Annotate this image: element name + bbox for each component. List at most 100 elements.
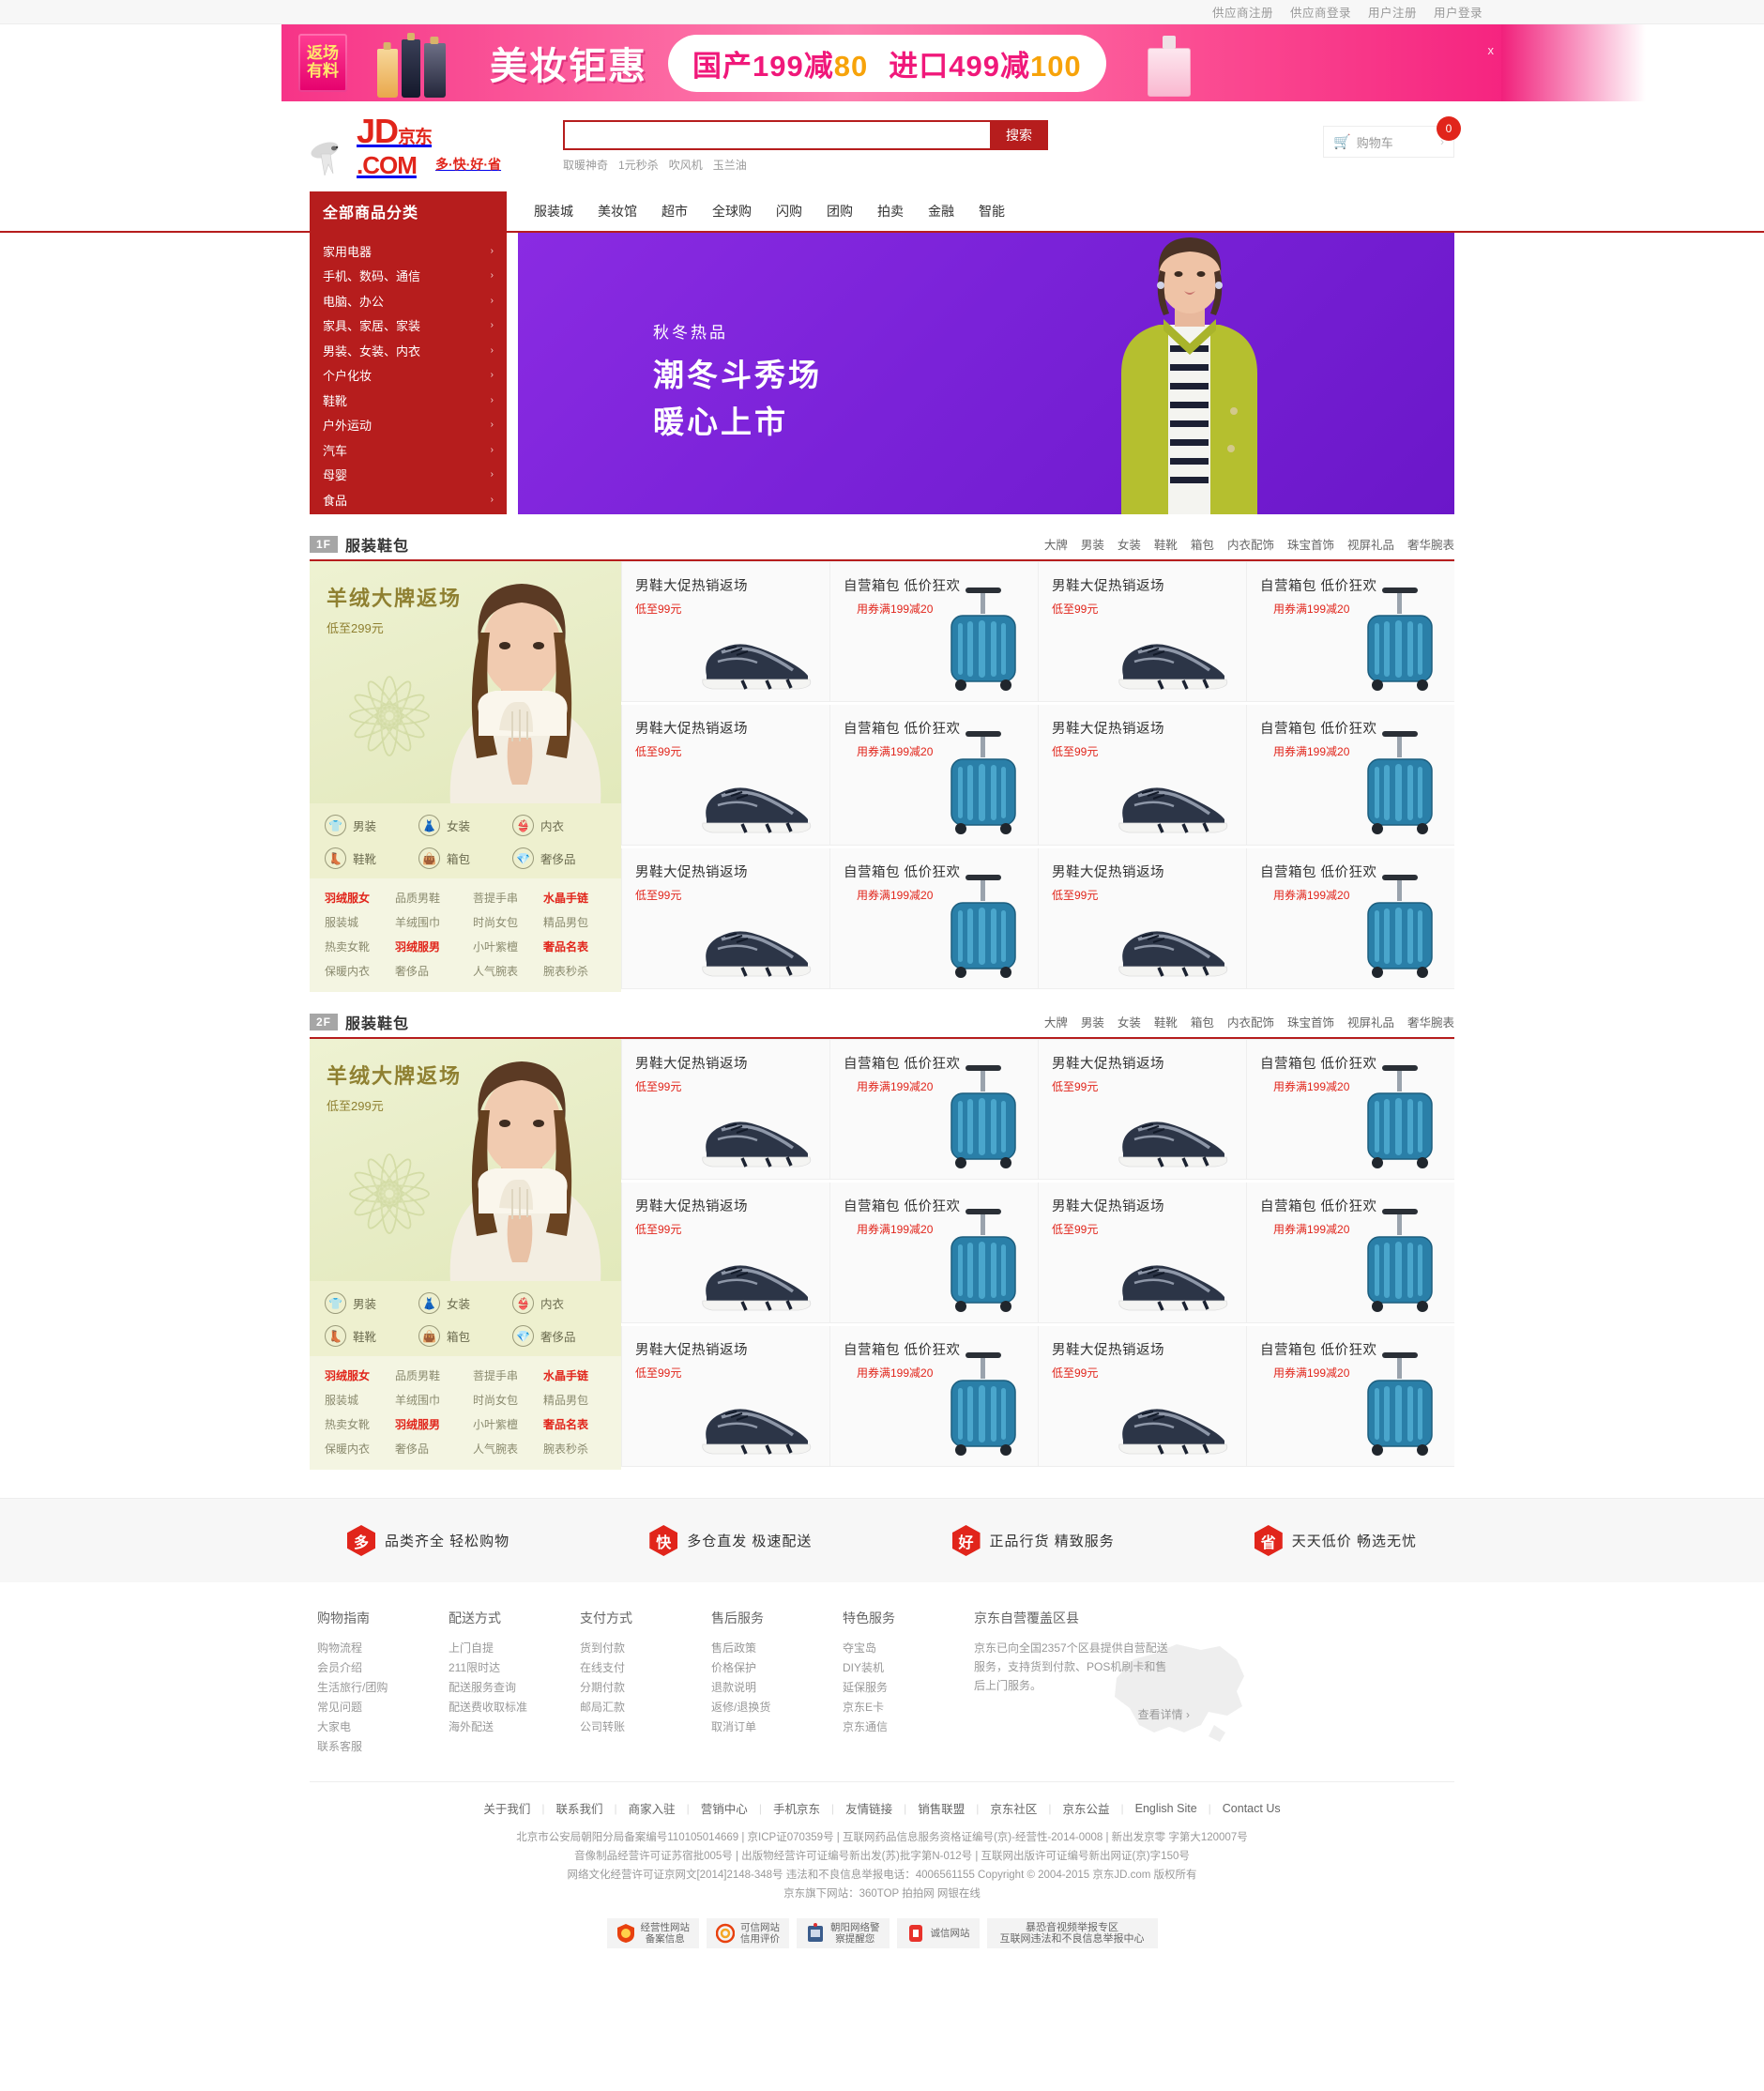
promo-icon-link-内衣[interactable]: 👙 内衣 [512,815,606,836]
floor-promo-card[interactable]: 羊绒大牌返场 低至299元 👕 男装 👗 女装 👙 内衣 👢 鞋靴 👜 箱包 💎 奢侈品 羽绒服女 品质男鞋… [310,1039,621,1470]
nav-item-1[interactable]: 美妆馆 [585,202,649,221]
keyword-link[interactable]: 奢品名表 [543,1416,606,1432]
footer-bottom-link-1[interactable]: 联系我们 [545,1799,615,1817]
cert-badge-4[interactable]: 暴恐音视频举报专区 互联网违法和不良信息举报中心 [986,1918,1158,1948]
product-cell[interactable]: 自营箱包 低价狂欢 用券满199减20 [829,1183,1038,1323]
promo-icon-link-奢侈品[interactable]: 💎 奢侈品 [512,847,606,869]
footer-link[interactable]: 货到付款 [580,1639,711,1658]
keyword-link[interactable]: 小叶紫檀 [473,939,536,954]
footer-link[interactable]: 配送费收取标准 [449,1698,580,1717]
topbar-link-1[interactable]: 供应商登录 [1290,3,1351,21]
floor-link-1[interactable]: 男装 [1081,535,1104,553]
floor-link-5[interactable]: 内衣配饰 [1227,535,1274,553]
product-cell[interactable]: 自营箱包 低价狂欢 用券满199减20 [829,1326,1038,1467]
promo-icon-link-箱包[interactable]: 👜 箱包 [418,1325,512,1347]
footer-link[interactable]: 上门自提 [449,1639,580,1658]
search-input[interactable] [563,120,990,150]
floor-link-3[interactable]: 鞋靴 [1154,1013,1178,1030]
nav-item-2[interactable]: 超市 [649,202,700,221]
promo-icon-link-女装[interactable]: 👗 女装 [418,1292,512,1314]
product-cell[interactable]: 自营箱包 低价狂欢 用券满199减20 [829,848,1038,989]
product-cell[interactable]: 男鞋大促热销返场 低至99元 [621,705,829,846]
floor-link-7[interactable]: 视屏礼品 [1347,1013,1394,1030]
nav-item-3[interactable]: 全球购 [700,202,764,221]
footer-bottom-link-6[interactable]: 销售联盟 [906,1799,976,1817]
footer-link[interactable]: 联系客服 [317,1737,449,1757]
footer-link[interactable]: 常见问题 [317,1698,449,1717]
promo-icon-link-箱包[interactable]: 👜 箱包 [418,847,512,869]
promo-icon-link-女装[interactable]: 👗 女装 [418,815,512,836]
product-cell[interactable]: 男鞋大促热销返场 低至99元 [621,561,829,702]
cert-badge-2[interactable]: 朝阳网络警 察提醒您 [797,1918,890,1948]
hotword-1[interactable]: 1元秒杀 [618,157,659,173]
footer-link[interactable]: 在线支付 [580,1658,711,1678]
floor-link-4[interactable]: 箱包 [1191,1013,1214,1030]
footer-link[interactable]: 价格保护 [711,1658,843,1678]
floor-link-0[interactable]: 大牌 [1044,535,1068,553]
keyword-link[interactable]: 品质男鞋 [395,890,458,906]
footer-link[interactable]: 返修/退换货 [711,1698,843,1717]
product-cell[interactable]: 男鞋大促热销返场 低至99元 [1038,561,1246,702]
map-more-link[interactable]: 查看详情 › [974,1706,1190,1722]
floor-link-8[interactable]: 奢华腕表 [1407,535,1454,553]
nav-item-5[interactable]: 团购 [814,202,865,221]
product-cell[interactable]: 男鞋大促热销返场 低至99元 [621,848,829,989]
sidebar-item-1[interactable]: 手机、数码、通信 › [310,264,507,289]
floor-link-8[interactable]: 奢华腕表 [1407,1013,1454,1030]
product-cell[interactable]: 自营箱包 低价狂欢 用券满199减20 [1246,1039,1454,1180]
keyword-link[interactable]: 奢侈品 [395,963,458,979]
sidebar-item-3[interactable]: 家具、家居、家装 › [310,313,507,339]
footer-link[interactable]: 购物流程 [317,1639,449,1658]
topbar-link-0[interactable]: 供应商注册 [1212,3,1273,21]
sidebar-item-4[interactable]: 男装、女装、内衣 › [310,338,507,363]
nav-item-0[interactable]: 服装城 [522,202,585,221]
keyword-link[interactable]: 羽绒服男 [395,939,458,954]
product-cell[interactable]: 自营箱包 低价狂欢 用券满199减20 [1246,705,1454,846]
footer-link[interactable]: 延保服务 [843,1678,974,1698]
floor-link-5[interactable]: 内衣配饰 [1227,1013,1274,1030]
product-cell[interactable]: 自营箱包 低价狂欢 用券满199减20 [1246,561,1454,702]
keyword-link[interactable]: 羽绒服男 [395,1416,458,1432]
promo-icon-link-男装[interactable]: 👕 男装 [325,815,418,836]
footer-link[interactable]: 211限时达 [449,1658,580,1678]
nav-item-6[interactable]: 拍卖 [865,202,916,221]
hotword-2[interactable]: 吹风机 [669,157,703,173]
product-cell[interactable]: 男鞋大促热销返场 低至99元 [621,1326,829,1467]
jd-logo[interactable]: JD京东 .COM 多·快·好·省 [310,114,554,177]
sidebar-item-10[interactable]: 食品 › [310,487,507,512]
nav-item-4[interactable]: 闪购 [764,202,814,221]
product-cell[interactable]: 自营箱包 低价狂欢 用券满199减20 [1246,1183,1454,1323]
product-cell[interactable]: 自营箱包 低价狂欢 用券满199减20 [829,561,1038,702]
footer-bottom-link-3[interactable]: 营销中心 [690,1799,759,1817]
keyword-link[interactable]: 人气腕表 [473,1441,536,1457]
nav-item-7[interactable]: 金融 [916,202,966,221]
floor-link-2[interactable]: 女装 [1118,1013,1141,1030]
keyword-link[interactable]: 水晶手链 [543,890,606,906]
keyword-link[interactable]: 腕表秒杀 [543,963,606,979]
footer-link[interactable]: 售后政策 [711,1639,843,1658]
close-icon[interactable]: x [1488,43,1495,57]
floor-link-4[interactable]: 箱包 [1191,535,1214,553]
footer-link[interactable]: 公司转账 [580,1717,711,1737]
product-cell[interactable]: 男鞋大促热销返场 低至99元 [1038,1039,1246,1180]
keyword-link[interactable]: 羽绒服女 [325,890,388,906]
search-button[interactable]: 搜索 [990,120,1048,150]
floor-link-2[interactable]: 女装 [1118,535,1141,553]
floor-link-6[interactable]: 珠宝首饰 [1287,1013,1334,1030]
keyword-link[interactable]: 菩提手串 [473,890,536,906]
hotword-3[interactable]: 玉兰油 [713,157,747,173]
keyword-link[interactable]: 人气腕表 [473,963,536,979]
footer-link[interactable]: 会员介绍 [317,1658,449,1678]
promo-icon-link-内衣[interactable]: 👙 内衣 [512,1292,606,1314]
footer-bottom-link-0[interactable]: 关于我们 [472,1799,541,1817]
cart-button[interactable]: 🛒 购物车 › 0 [1323,116,1461,158]
footer-bottom-link-10[interactable]: Contact Us [1211,1802,1292,1815]
nav-item-8[interactable]: 智能 [966,202,1017,221]
keyword-link[interactable]: 精品男包 [543,914,606,930]
floor-link-0[interactable]: 大牌 [1044,1013,1068,1030]
sidebar-item-9[interactable]: 母婴 › [310,463,507,488]
topbar-link-3[interactable]: 用户登录 [1434,3,1483,21]
product-cell[interactable]: 男鞋大促热销返场 低至99元 [1038,1326,1246,1467]
promo-icon-link-鞋靴[interactable]: 👢 鞋靴 [325,847,418,869]
product-cell[interactable]: 自营箱包 低价狂欢 用券满199减20 [1246,1326,1454,1467]
